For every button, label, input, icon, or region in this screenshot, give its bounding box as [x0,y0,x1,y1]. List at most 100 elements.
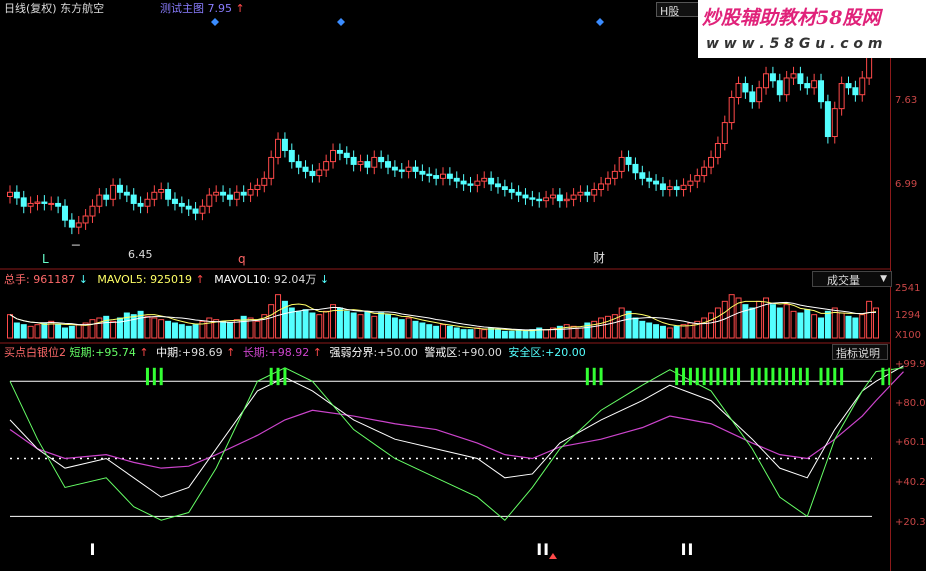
candle-body [55,202,62,207]
candle-body [714,143,721,158]
candle-body [570,194,577,200]
candle-body [419,170,426,175]
volume-bar [714,307,721,339]
volume-bar [13,322,20,339]
signal-stripe [840,367,844,386]
candle-body [302,166,309,172]
volume-bar [632,317,639,339]
signal-stripe [269,367,273,386]
volume-bar [618,307,625,339]
candle-body [275,138,282,158]
candle-body [811,80,818,89]
volume-bar [116,317,123,339]
signal-stripe [695,367,699,386]
volume-bar [96,317,103,339]
volume-bar [192,324,199,339]
candle-body [721,122,728,144]
mid-label: 中期 [156,346,179,359]
volume-header: 总手: 961187 ↓ MAVOL5: 925019 ↑ MAVOL10: 9… [4,273,330,286]
volume-bar [398,319,405,339]
signal-diamond-icon [337,18,345,26]
candle-body [82,215,89,224]
candle-body [165,189,172,200]
volume-bar [378,312,385,339]
candle-body [783,77,790,96]
mavol10-value: 92.04万 [273,273,317,286]
volume-selector[interactable]: 成交量 ▼ [812,271,892,287]
candle-body [646,177,653,182]
candle-body [89,205,96,217]
candle-body [323,161,330,171]
main-indicator[interactable]: 测试主图 7.95 ↑ [160,3,245,14]
main-indicator-value: 7.95 [207,2,233,15]
up-arrow-icon: ↑ [135,346,149,359]
volume-tick-3: X100 [895,330,921,341]
down-arrow-icon: ↓ [75,273,88,286]
signal-stripe [805,367,809,386]
candle-body [790,73,797,79]
candle-body [859,77,866,96]
signal-diamond-icon [211,18,219,26]
volume-bar [845,315,852,339]
indicator-help-label: 指标说明 [836,347,880,360]
volume-bar [577,327,584,339]
volume-bar [68,325,75,339]
candle-body [357,161,364,165]
signal-stripe [716,367,720,386]
chart-type: 日线(复权) [4,2,57,15]
candle-body [446,173,453,179]
signal-stripe [737,367,741,386]
alert-value: +90.00 [461,346,502,359]
buy-marker [682,543,686,555]
candle-body [254,184,261,191]
volume-bar [467,329,474,339]
signal-stripe [599,367,603,386]
signal-stripe [152,367,156,386]
marker-q: q [238,252,246,266]
volume-tick-1: 2541 [895,283,921,294]
strength-value: +50.00 [377,346,418,359]
volume-bar [440,324,446,339]
watermark-icon: 炒股辅助教材58股网 w w w . 5 8 G u . c o m [702,7,883,52]
volume-bar [130,314,137,339]
volume-bar [708,312,715,339]
volume-bar [838,312,845,339]
volume-bar [391,317,398,339]
candle-body [494,183,501,188]
volume-bar [254,320,261,339]
candle-body [515,191,522,196]
signal-diamond-icon [596,18,604,26]
volume-bar [783,304,790,339]
volume-bar [673,325,680,339]
candle-body [845,83,852,89]
volume-bar [309,312,316,339]
volume-bar [859,314,866,339]
volume-bar [419,322,426,339]
candle-body [261,177,268,186]
candle-body [433,175,440,179]
candle-body [852,87,859,96]
signal-stripe [819,367,823,386]
volume-bar [701,317,708,339]
candle-body [591,189,598,196]
candle-body [116,184,123,193]
watermark-logo: 炒股辅助教材58股网 w w w . 5 8 G u . c o m [698,0,926,58]
candle-body [7,191,13,197]
signal-stripe [675,367,679,386]
candle-body [75,222,82,228]
volume-bar [103,315,110,339]
volume-bar [357,314,364,339]
signal-stripe [145,367,149,386]
candle-body [824,101,831,138]
candle-body [508,189,515,193]
candle-body [680,184,687,191]
buy-marker [688,543,692,555]
indicator-help-button[interactable]: 指标说明 [832,344,888,360]
candle-body [756,87,763,103]
mavol5-label: MAVOL5 [97,273,143,286]
candle-body [440,173,446,179]
volume-bar [171,322,178,339]
candle-body [701,166,708,177]
candle-body [769,73,776,82]
volume-bar [151,317,158,339]
